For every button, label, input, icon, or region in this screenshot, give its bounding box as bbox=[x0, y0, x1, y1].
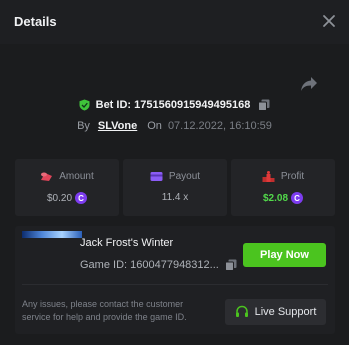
share-icon[interactable] bbox=[300, 76, 318, 92]
headset-icon bbox=[235, 305, 248, 317]
stat-profit-value: $2.08 bbox=[262, 192, 289, 204]
support-notice: Any issues, please contact the customer … bbox=[22, 299, 187, 322]
bet-id-row: Bet ID: 1751560915949495168 bbox=[0, 96, 349, 114]
coin-icon: C bbox=[291, 192, 304, 204]
dialog-title: Details bbox=[14, 14, 57, 29]
stat-profit-label: Profit bbox=[280, 171, 305, 182]
stat-profit: Profit $2.08 C bbox=[231, 159, 335, 216]
on-label: On bbox=[147, 120, 162, 132]
copy-icon[interactable] bbox=[224, 259, 237, 271]
live-support-label: Live Support bbox=[254, 306, 317, 318]
stat-amount-value: $0.20 bbox=[46, 192, 73, 204]
by-label: By bbox=[77, 120, 90, 132]
stat-payout-value: 11.4 x bbox=[161, 192, 189, 203]
coins-icon bbox=[41, 172, 53, 181]
copy-icon[interactable] bbox=[258, 99, 270, 111]
game-name: Jack Frost's Winter bbox=[80, 237, 174, 249]
bet-date: 07.12.2022, 16:10:59 bbox=[167, 120, 272, 132]
game-thumbnail[interactable] bbox=[22, 231, 82, 238]
bet-id: Bet ID: 1751560915949495168 bbox=[95, 99, 251, 111]
stat-amount-label: Amount bbox=[59, 171, 94, 182]
game-card: Jack Frost's Winter Game ID: 16004779483… bbox=[15, 226, 335, 334]
dialog-header: Details bbox=[0, 0, 349, 44]
game-id: Game ID: 1600477948312... bbox=[80, 259, 219, 271]
stat-payout-label: Payout bbox=[168, 171, 201, 182]
stat-amount: Amount $0.20 C bbox=[15, 159, 119, 216]
game-id-row: Game ID: 1600477948312... bbox=[80, 259, 237, 271]
close-icon[interactable] bbox=[321, 13, 337, 29]
divider bbox=[22, 284, 328, 285]
coin-icon: C bbox=[75, 192, 88, 204]
bet-stats: Amount $0.20 C Payout 11.4 x Profit $2.0… bbox=[15, 159, 335, 216]
stat-payout: Payout 11.4 x bbox=[123, 159, 227, 216]
shield-icon bbox=[79, 99, 90, 111]
play-now-button[interactable]: Play Now bbox=[243, 243, 326, 267]
live-support-button[interactable]: Live Support bbox=[225, 299, 326, 325]
podium-icon bbox=[262, 171, 275, 182]
wallet-icon bbox=[150, 172, 163, 181]
bet-meta-row: By SLVone On 07.12.2022, 16:10:59 bbox=[0, 118, 349, 134]
username-link[interactable]: SLVone bbox=[98, 120, 137, 132]
